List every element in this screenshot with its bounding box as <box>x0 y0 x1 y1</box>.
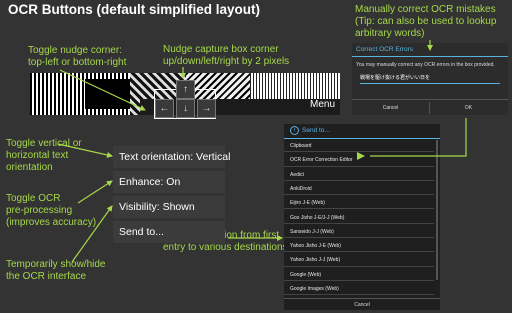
note-line: entry to various destinations <box>163 242 288 253</box>
dialog-ok-button[interactable]: OK <box>430 100 507 116</box>
send-to-divider <box>284 138 440 139</box>
note-line: Toggle nudge corner: <box>28 45 122 56</box>
note-line: the OCR interface <box>6 271 87 282</box>
send-item-aedict[interactable]: Aedict <box>284 169 434 181</box>
note-line: Toggle vertical or <box>6 138 82 149</box>
note-line: horizontal text <box>6 150 69 161</box>
send-item-yahoo-jj[interactable]: Yahoo Jisho J-J (Web) <box>284 254 434 267</box>
note-line: Nudge capture box corner <box>163 44 279 55</box>
dialog-title: Correct OCR Errors <box>356 46 414 53</box>
send-item-eijiro[interactable]: Eijiro J-E (Web) <box>284 197 434 210</box>
page-title: OCR Buttons (default simplified layout) <box>8 2 260 17</box>
note-temp-hide: Temporarily show/hide the OCR interface <box>6 259 106 283</box>
send-to-title: Send to... <box>302 127 330 134</box>
note-nudge-toggle: Toggle nudge corner: top-left or bottom-… <box>28 45 126 69</box>
note-toggle-ocr: Toggle OCR pre-processing (improves accu… <box>6 193 96 229</box>
send-to-dialog: i Send to... Clipboard OCR Error Correcti… <box>284 124 440 310</box>
info-icon: i <box>290 125 299 135</box>
note-nudge-capture: Nudge capture box corner up/down/left/ri… <box>163 44 289 68</box>
note-line: Toggle OCR <box>6 193 61 204</box>
enhance-item[interactable]: Enhance: On <box>113 171 225 193</box>
scrollbar[interactable] <box>436 140 438 280</box>
send-to-item[interactable]: Send to... <box>113 221 225 243</box>
send-item-ankidroid[interactable]: AnkiDroid <box>284 183 434 196</box>
note-line: (improves accuracy) <box>6 217 97 228</box>
send-item-goo-jisho[interactable]: Goo Jisho J-E/J-J (Web) <box>284 212 434 224</box>
note-line: up/down/left/right by 2 pixels <box>163 56 290 67</box>
dialog-button-row: Cancel OK <box>352 99 508 116</box>
note-manual-correct: Manually correct OCR mistakes (Tip: can … <box>355 4 496 40</box>
send-to-header: i Send to... <box>284 124 440 138</box>
note-line: (Tip: can also be used to lookup <box>355 16 497 27</box>
send-item-clipboard[interactable]: Clipboard <box>284 140 434 153</box>
nudge-up-button[interactable]: ↑ <box>176 80 195 99</box>
note-line: pre-processing <box>6 205 73 216</box>
note-line: Temporarily show/hide <box>6 259 106 270</box>
send-item-sanseido[interactable]: Sanseido J-J (Web) <box>284 226 434 239</box>
note-line: top-left or bottom-right <box>28 57 127 68</box>
menu-button[interactable]: Menu <box>310 99 335 110</box>
dialog-divider <box>352 56 508 57</box>
text-orientation-item[interactable]: Text orientation: Vertical <box>113 146 230 168</box>
nudge-right-button[interactable]: → <box>197 99 216 118</box>
nudge-left-button[interactable]: ← <box>155 99 174 118</box>
note-line: arbitrary words) <box>355 28 425 39</box>
dialog-message: You may manually correct any OCR errors … <box>356 62 495 68</box>
send-item-google-images[interactable]: Google Images (Web) <box>284 283 434 296</box>
visibility-item[interactable]: Visibility: Shown <box>113 196 225 218</box>
note-toggle-orientation: Toggle vertical or horizontal text orien… <box>6 138 82 174</box>
nudge-down-button[interactable]: ↓ <box>176 99 195 118</box>
note-line: Manually correct OCR mistakes <box>355 4 496 15</box>
send-item-google[interactable]: Google (Web) <box>284 269 434 281</box>
send-item-ocr-editor[interactable]: OCR Error Correction Editor <box>284 154 434 167</box>
dialog-cancel-button[interactable]: Cancel <box>352 100 429 116</box>
send-item-yahoo-je[interactable]: Yahoo Jisho J-E (Web) <box>284 240 434 253</box>
send-to-cancel-button[interactable]: Cancel <box>284 298 440 311</box>
correct-ocr-dialog: Correct OCR Errors You may manually corr… <box>352 43 508 115</box>
note-line: orientation <box>6 162 53 173</box>
correction-input[interactable]: 戦場を駆け抜ける君がいい日を <box>360 74 500 84</box>
